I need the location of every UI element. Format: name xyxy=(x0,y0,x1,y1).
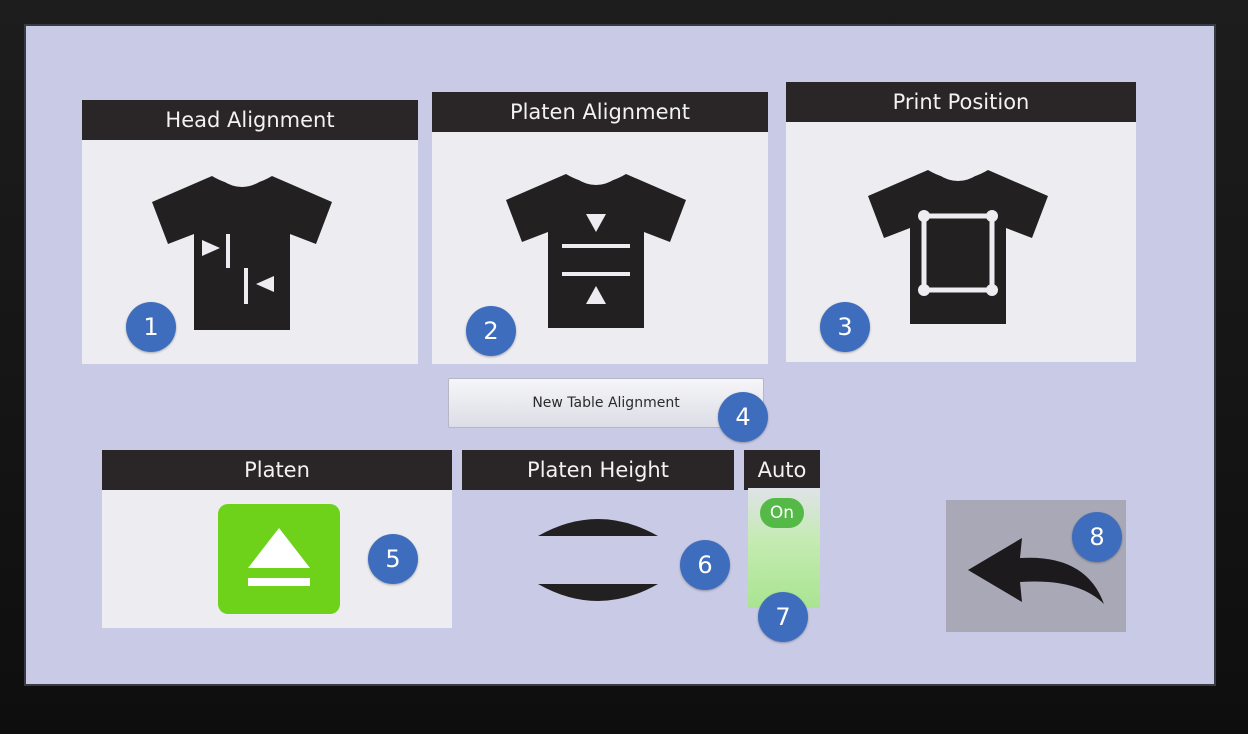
platen-alignment-label: Platen Alignment xyxy=(432,92,768,132)
annotation-badge-8: 8 xyxy=(1072,512,1122,562)
auto-label: Auto xyxy=(744,450,820,490)
platen-height-label: Platen Height xyxy=(462,450,734,490)
head-alignment-label: Head Alignment xyxy=(82,100,418,140)
annotation-badge-4: 4 xyxy=(718,392,768,442)
arrow-down-icon[interactable] xyxy=(538,580,658,610)
annotation-badge-2: 2 xyxy=(466,306,516,356)
platen-label: Platen xyxy=(102,450,452,490)
annotation-badge-3: 3 xyxy=(820,302,870,352)
touchscreen: Head Alignment Platen Alignment Print Po… xyxy=(24,24,1216,686)
eject-icon xyxy=(248,528,310,586)
print-position-label: Print Position xyxy=(786,82,1136,122)
annotation-badge-7: 7 xyxy=(758,592,808,642)
platen-eject-button[interactable] xyxy=(218,504,340,614)
auto-toggle[interactable]: On xyxy=(748,488,820,608)
new-table-alignment-button[interactable]: New Table Alignment xyxy=(448,378,764,428)
auto-state-indicator: On xyxy=(760,498,804,528)
annotation-badge-6: 6 xyxy=(680,540,730,590)
annotation-badge-1: 1 xyxy=(126,302,176,352)
annotation-badge-5: 5 xyxy=(368,534,418,584)
platen-alignment-shirt-icon xyxy=(506,173,686,328)
arrow-up-icon[interactable] xyxy=(538,510,658,540)
print-position-shirt-icon xyxy=(868,169,1048,324)
